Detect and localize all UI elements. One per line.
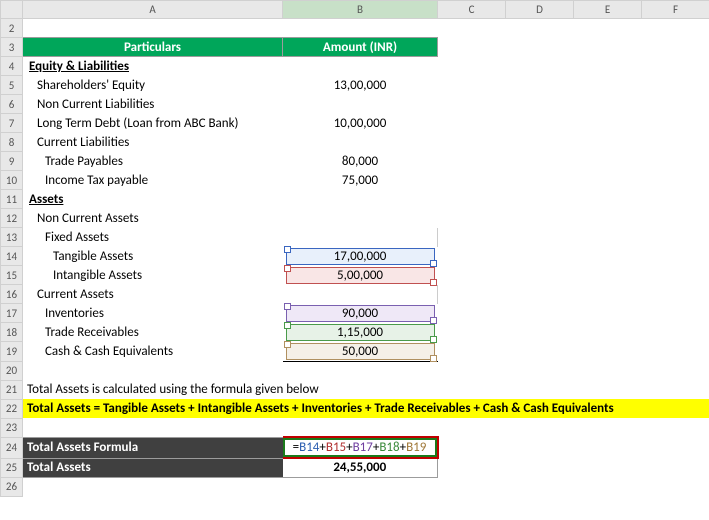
label-sh-equity: Shareholders' Equity [23, 76, 283, 95]
col-header-A[interactable]: A [23, 1, 283, 19]
header-amount: Amount (INR) [283, 38, 438, 57]
note-text: Total Assets is calculated using the for… [23, 380, 709, 399]
col-header-E[interactable]: E [574, 1, 642, 19]
col-header-D[interactable]: D [506, 1, 574, 19]
section-equity-liab: Equity & Liabilities [23, 57, 283, 76]
formula-description: Total Assets = Tangible Assets + Intangi… [23, 399, 709, 418]
range-b14[interactable]: 17,00,000 [286, 248, 435, 265]
range-b15[interactable]: 5,00,000 [286, 267, 435, 284]
label-tp: Trade Payables [23, 152, 283, 171]
label-ncl: Non Current Liabilities [23, 95, 283, 114]
label-inv: Inventories [23, 304, 283, 323]
col-header-B[interactable]: B [283, 1, 438, 19]
label-it: Income Tax payable [23, 171, 283, 190]
range-b19[interactable]: 50,000 [286, 343, 435, 360]
value-total: 24,55,000 [283, 458, 438, 477]
corner-cell[interactable] [1, 1, 23, 19]
range-b17[interactable]: 90,000 [286, 305, 435, 322]
label-cce: Cash & Cash Equivalents [23, 342, 283, 362]
label-taf: Total Assets Formula [23, 437, 283, 458]
col-header-C[interactable]: C [438, 1, 506, 19]
value-it: 75,000 [283, 171, 438, 190]
label-tr: Trade Receivables [23, 323, 283, 342]
label-ta: Tangible Assets [23, 247, 283, 266]
label-nca: Non Current Assets [23, 209, 283, 228]
range-b18[interactable]: 1,15,000 [286, 324, 435, 341]
header-particulars: Particulars [23, 38, 283, 57]
row-header[interactable]: 2 [1, 19, 23, 38]
value-tp: 80,000 [283, 152, 438, 171]
label-ca: Current Assets [23, 285, 283, 304]
active-cell-b24[interactable]: =B14+B15+B17+B18+B19 [283, 438, 437, 457]
spreadsheet-grid[interactable]: A B C D E F 2 3 Particulars Amount (INR)… [0, 0, 709, 497]
col-header-F[interactable]: F [642, 1, 709, 19]
value-sh-equity: 13,00,000 [283, 76, 438, 95]
label-total: Total Assets [23, 458, 283, 477]
row-header[interactable]: 3 [1, 38, 23, 57]
section-assets: Assets [23, 190, 283, 209]
label-ia: Intangible Assets [23, 266, 283, 285]
label-cl: Current Liabilities [23, 133, 283, 152]
label-fa: Fixed Assets [23, 228, 283, 247]
column-headers: A B C D E F [1, 1, 709, 19]
label-ltd: Long Term Debt (Loan from ABC Bank) [23, 114, 283, 133]
value-ltd: 10,00,000 [283, 114, 438, 133]
